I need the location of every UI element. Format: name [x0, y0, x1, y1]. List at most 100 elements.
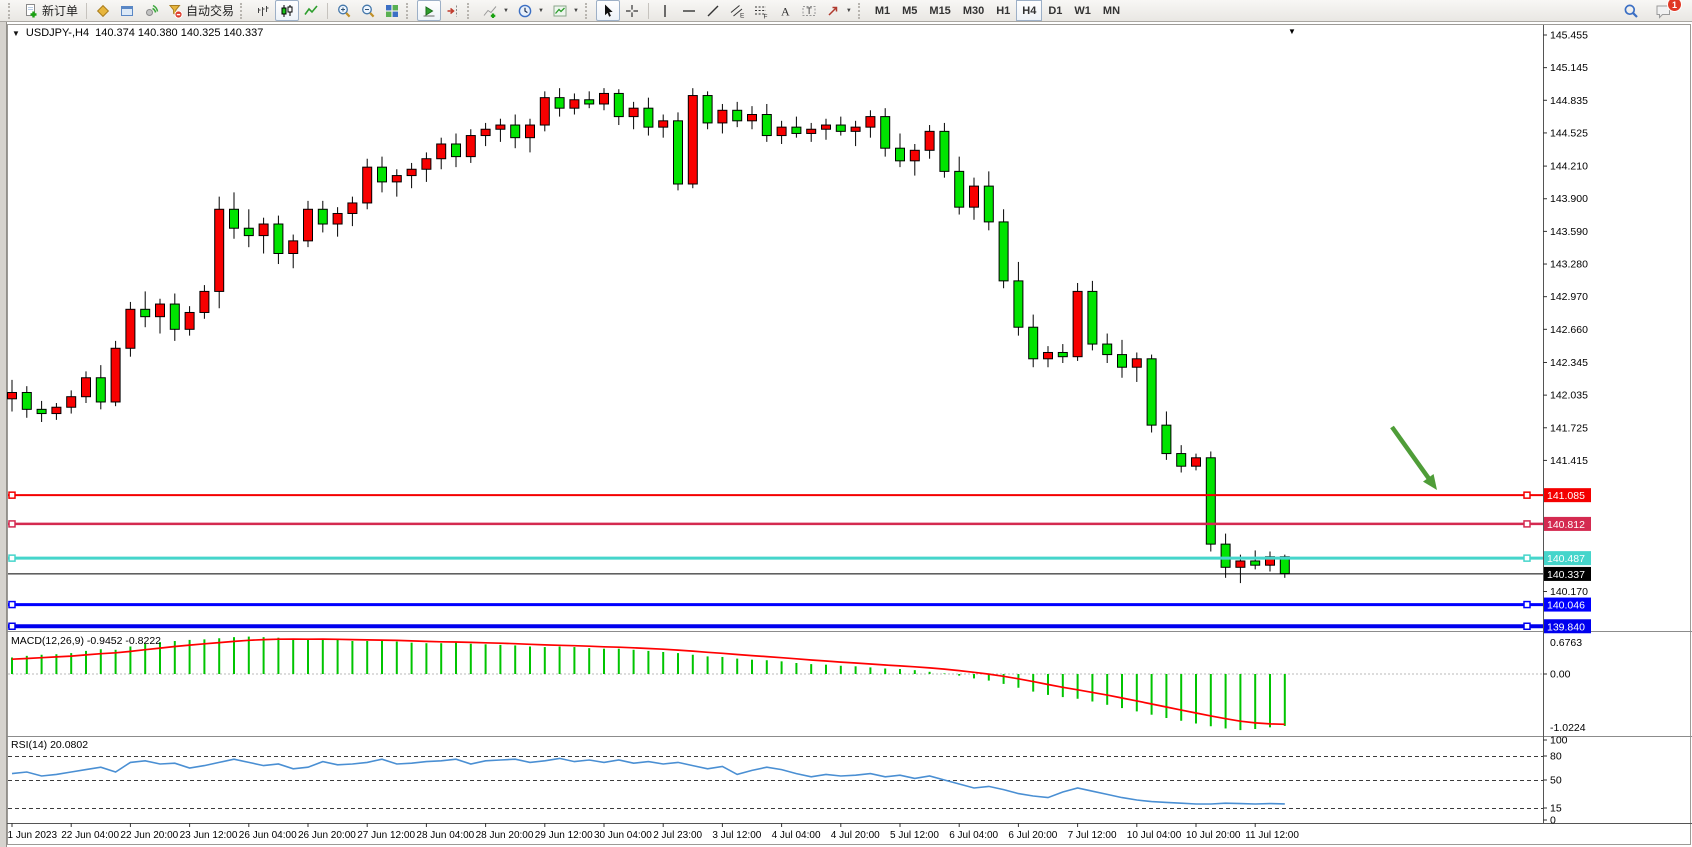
tile-windows-icon: [384, 3, 400, 19]
arrows-icon: [825, 3, 841, 19]
svg-text:26 Jun 04:00: 26 Jun 04:00: [239, 830, 297, 841]
svg-text:140.170: 140.170: [1550, 586, 1588, 598]
svg-text:T: T: [806, 6, 812, 16]
chart-menu-icon[interactable]: ▼: [12, 29, 20, 38]
search-icon: [1623, 3, 1639, 19]
toolbar-grip: [858, 3, 865, 19]
equidistant-channel-button[interactable]: E: [725, 0, 749, 21]
svg-text:15: 15: [1550, 803, 1562, 815]
svg-text:140.812: 140.812: [1547, 519, 1585, 531]
svg-text:26 Jun 20:00: 26 Jun 20:00: [298, 830, 356, 841]
autotrading-button[interactable]: 自动交易: [163, 0, 238, 21]
horizontal-line-140.046[interactable]: 140.046: [8, 598, 1591, 612]
svg-text:3 Jul 12:00: 3 Jul 12:00: [712, 830, 761, 841]
time-axis[interactable]: 21 Jun 202322 Jun 04:0022 Jun 20:0023 Ju…: [2, 823, 1299, 841]
svg-text:50: 50: [1550, 775, 1562, 787]
candlestick-chart-button[interactable]: [275, 0, 299, 21]
line-chart-button[interactable]: [299, 0, 323, 21]
candles[interactable]: [8, 88, 1290, 583]
svg-text:22 Jun 20:00: 22 Jun 20:00: [120, 830, 178, 841]
horizontal-line-141.085[interactable]: 141.085: [8, 488, 1591, 502]
text-tool-button[interactable]: A: [773, 0, 797, 21]
market-watch-button[interactable]: [91, 0, 115, 21]
auto-scroll-icon: [421, 3, 437, 19]
svg-text:11 Jul 12:00: 11 Jul 12:00: [1245, 830, 1299, 841]
svg-text:143.590: 143.590: [1550, 226, 1588, 238]
notifications-button[interactable]: 1: [1651, 0, 1676, 21]
chart-ohlc-values: 140.374 140.380 140.325 140.337: [95, 27, 263, 39]
timeframe-m30-button[interactable]: M30: [957, 0, 990, 21]
zoom-in-button[interactable]: [332, 0, 356, 21]
svg-text:140.046: 140.046: [1547, 600, 1585, 612]
arrows-tool-button[interactable]: ▼: [821, 0, 856, 21]
horizontal-line-140.812[interactable]: 140.812: [8, 517, 1591, 531]
price-chart-canvas[interactable]: 145.455145.145144.835144.525144.210143.9…: [0, 22, 1692, 847]
auto-scroll-button[interactable]: [417, 0, 441, 21]
zoom-out-button[interactable]: [356, 0, 380, 21]
data-window-button[interactable]: [115, 0, 139, 21]
indicators-button[interactable]: ▼: [478, 0, 513, 21]
svg-text:80: 80: [1550, 751, 1562, 763]
timeframe-h1-button[interactable]: H1: [990, 0, 1016, 21]
svg-text:143.900: 143.900: [1550, 193, 1588, 205]
new-order-label: 新订单: [42, 2, 78, 19]
down-arrow-annotation[interactable]: [1392, 427, 1437, 490]
toolbar: 新订单 自动交易: [0, 0, 1692, 22]
zoom-out-icon: [360, 3, 376, 19]
horizontal-line-140.487[interactable]: 140.487: [8, 551, 1591, 565]
svg-text:-1.0224: -1.0224: [1550, 722, 1586, 734]
timeframe-m15-button[interactable]: M15: [923, 0, 956, 21]
chevron-down-icon: ▼: [846, 8, 852, 14]
macd-pane: 0.67630.00-1.0224: [8, 637, 1586, 735]
periods-button[interactable]: ▼: [513, 0, 548, 21]
tile-windows-button[interactable]: [380, 0, 404, 21]
svg-text:10 Jul 20:00: 10 Jul 20:00: [1186, 830, 1241, 841]
toolbar-grip: [240, 3, 247, 19]
svg-text:142.970: 142.970: [1550, 291, 1588, 303]
trendline-icon: [705, 3, 721, 19]
svg-text:7 Jul 12:00: 7 Jul 12:00: [1068, 830, 1117, 841]
toolbar-grip: [8, 3, 15, 19]
svg-text:142.035: 142.035: [1550, 390, 1588, 402]
autotrading-icon: [167, 3, 183, 19]
svg-text:10 Jul 04:00: 10 Jul 04:00: [1127, 830, 1182, 841]
search-button[interactable]: [1619, 0, 1643, 21]
svg-text:4 Jul 04:00: 4 Jul 04:00: [772, 830, 821, 841]
zoom-in-icon: [336, 3, 352, 19]
candlestick-chart-icon: [279, 3, 295, 19]
horizontal-line-tool-button[interactable]: [677, 0, 701, 21]
timeframe-m5-button[interactable]: M5: [896, 0, 923, 21]
text-icon: A: [777, 3, 793, 19]
signals-button[interactable]: [139, 0, 163, 21]
chart-shift-button[interactable]: [441, 0, 465, 21]
timeframe-m1-button[interactable]: M1: [869, 0, 896, 21]
svg-text:6 Jul 04:00: 6 Jul 04:00: [949, 830, 998, 841]
timeframe-w1-button[interactable]: W1: [1068, 0, 1097, 21]
timeframe-h4-button[interactable]: H4: [1016, 0, 1042, 21]
svg-text:144.835: 144.835: [1550, 95, 1588, 107]
cursor-button[interactable]: [596, 0, 620, 21]
trendline-tool-button[interactable]: [701, 0, 725, 21]
new-order-button[interactable]: 新订单: [19, 0, 82, 21]
vertical-line-tool-button[interactable]: [653, 0, 677, 21]
svg-text:28 Jun 04:00: 28 Jun 04:00: [416, 830, 474, 841]
vertical-line-icon: [657, 3, 673, 19]
bar-chart-button[interactable]: [251, 0, 275, 21]
svg-text:141.085: 141.085: [1547, 490, 1585, 502]
fibonacci-tool-button[interactable]: F: [749, 0, 773, 21]
svg-text:140.337: 140.337: [1547, 569, 1585, 581]
timeframe-mn-button[interactable]: MN: [1097, 0, 1126, 21]
text-label-tool-button[interactable]: T: [797, 0, 821, 21]
bar-chart-icon: [255, 3, 271, 19]
svg-text:E: E: [740, 12, 745, 19]
chart-area: 145.455145.145144.835144.525144.210143.9…: [0, 22, 1692, 847]
crosshair-button[interactable]: [620, 0, 644, 21]
text-label-icon: T: [801, 3, 817, 19]
svg-text:28 Jun 20:00: 28 Jun 20:00: [476, 830, 534, 841]
templates-button[interactable]: ▼: [548, 0, 583, 21]
price-axis[interactable]: 145.455145.145144.835144.525144.210143.9…: [1543, 30, 1588, 599]
current-price-line: 140.337: [8, 567, 1591, 581]
timeframe-d1-button[interactable]: D1: [1042, 0, 1068, 21]
svg-text:144.210: 144.210: [1550, 161, 1588, 173]
notification-badge: 1: [1667, 0, 1682, 12]
